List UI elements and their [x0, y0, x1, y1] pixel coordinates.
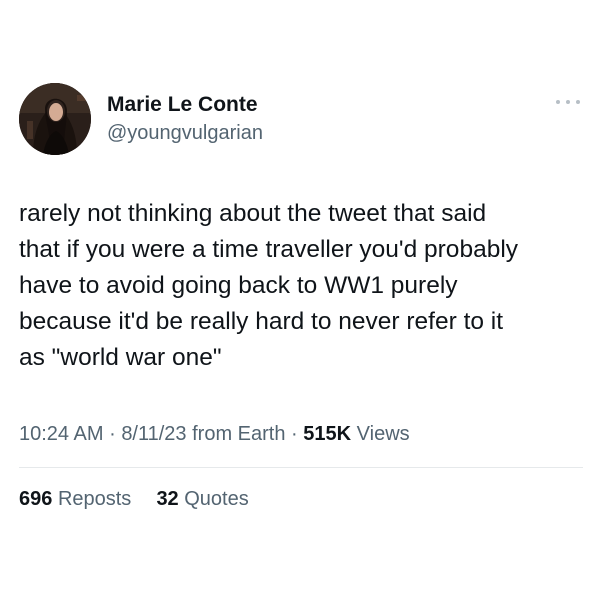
tweet-text-line: as "world war one": [19, 344, 222, 371]
quotes-stat[interactable]: 32 Quotes: [156, 488, 248, 510]
reposts-stat[interactable]: 696 Reposts: [19, 488, 137, 510]
tweet-text-line: that if you were a time traveller you'd …: [19, 236, 519, 263]
tweet-text: rarely not thinking about the tweet that…: [19, 196, 584, 376]
tweet-meta: 10:24 AM · 8/11/23 from Earth · 515K Vie…: [19, 420, 410, 448]
ellipsis-dot: [566, 100, 570, 104]
avatar-photo-icon: [19, 83, 91, 155]
more-options-icon[interactable]: [556, 97, 580, 107]
ellipsis-dot: [576, 100, 580, 104]
author-handle[interactable]: @youngvulgarian: [107, 120, 263, 146]
tweet-source: from Earth: [192, 423, 286, 445]
author-display-name[interactable]: Marie Le Conte: [107, 92, 263, 118]
views-count: 515K: [303, 423, 352, 445]
reposts-count: 696: [19, 488, 53, 510]
author-info: Marie Le Conte @youngvulgarian: [107, 92, 263, 146]
ellipsis-dot: [556, 100, 560, 104]
tweet-stats: 696 Reposts 32 Quotes: [19, 485, 249, 513]
tweet-text-line: rarely not thinking about the tweet that…: [19, 200, 487, 227]
views-label: Views: [356, 423, 410, 445]
avatar[interactable]: [19, 83, 91, 155]
tweet-date[interactable]: 8/11/23: [121, 423, 186, 445]
meta-separator: ·: [291, 423, 298, 445]
quotes-count: 32: [156, 488, 179, 510]
tweet-card: Marie Le Conte @youngvulgarian rarely no…: [0, 0, 600, 600]
meta-separator: ·: [109, 423, 116, 445]
divider: [19, 467, 583, 468]
tweet-text-line: because it'd be really hard to never ref…: [19, 308, 504, 335]
tweet-header: Marie Le Conte @youngvulgarian: [19, 83, 584, 155]
tweet-time[interactable]: 10:24 AM: [19, 423, 104, 445]
quotes-label: Quotes: [184, 488, 249, 510]
tweet-text-line: have to avoid going back to WW1 purely: [19, 272, 458, 299]
reposts-label: Reposts: [57, 488, 132, 510]
